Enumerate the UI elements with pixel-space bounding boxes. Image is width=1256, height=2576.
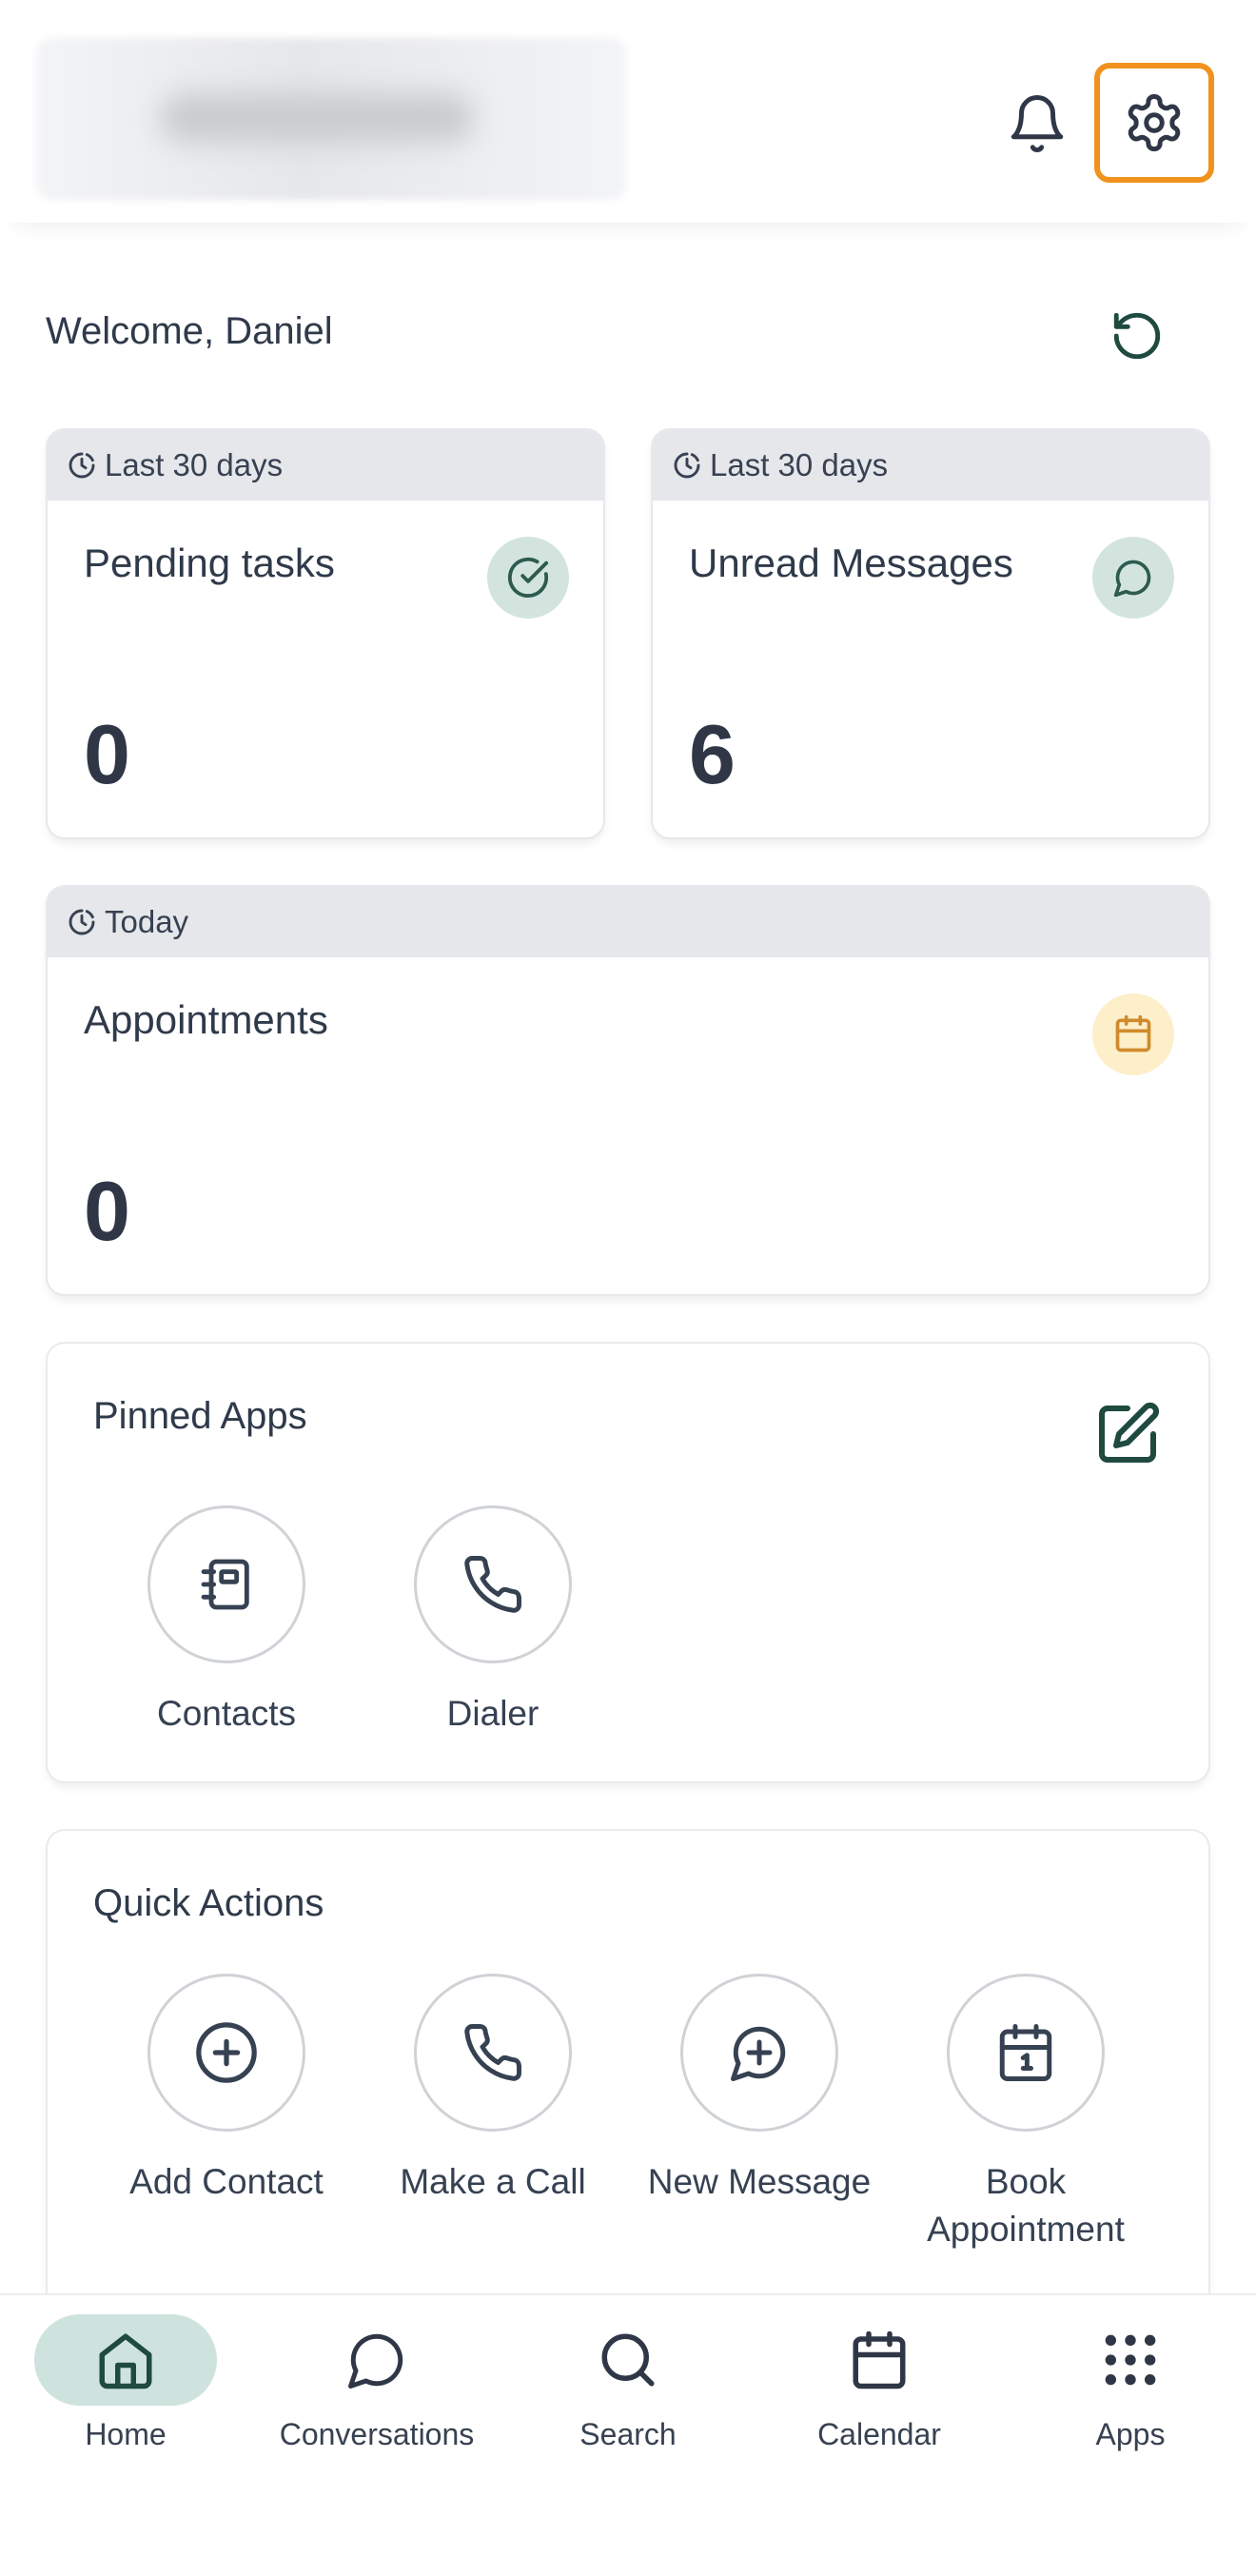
edit-icon (1093, 1400, 1162, 1468)
action-label-line: Book (985, 2162, 1067, 2201)
clock-icon (672, 450, 702, 481)
card-value: 6 (689, 707, 736, 801)
nav-label: Calendar (817, 2417, 941, 2451)
app-screen: Welcome, Daniel Last 30 days Pending tas… (0, 0, 1256, 2576)
card-title: Pending tasks (84, 541, 335, 585)
app-label: Dialer (446, 1694, 540, 1733)
quick-actions-section: Quick Actions Add Contact Make a Call Ne… (48, 1831, 1208, 2326)
quick-action-make-call[interactable]: Make a Call (360, 1974, 626, 2206)
calendar-icon (848, 2329, 911, 2391)
nav-apps[interactable]: Apps (1005, 2295, 1256, 2486)
home-icon (94, 2329, 157, 2391)
nav-icon-pill (788, 2314, 971, 2406)
pending-tasks-card[interactable]: Last 30 days Pending tasks 0 (48, 430, 603, 837)
action-label: New Message (647, 2162, 872, 2201)
card-period-bar: Today (48, 887, 1208, 957)
bottom-navigation: Home Conversations Search Calendar Apps (0, 2293, 1256, 2576)
settings-button[interactable] (1094, 63, 1214, 183)
welcome-text: Welcome, Daniel (46, 310, 333, 352)
nav-icon-pill (34, 2314, 217, 2406)
action-label-line: Appointment (927, 2210, 1125, 2249)
clock-icon (67, 907, 97, 937)
card-period-label: Last 30 days (710, 447, 889, 482)
contacts-book-icon (196, 1554, 257, 1615)
card-period-bar: Last 30 days (653, 430, 1208, 501)
message-plus-icon (728, 2021, 791, 2084)
bell-icon (1006, 90, 1069, 157)
nav-home[interactable]: Home (0, 2295, 251, 2486)
action-label: Add Contact (129, 2162, 324, 2201)
pinned-app-contacts[interactable]: Contacts (93, 1505, 360, 1738)
card-period-label: Last 30 days (105, 447, 284, 482)
chat-icon (345, 2329, 408, 2391)
app-icon-circle (414, 1505, 572, 1663)
pinned-apps-section: Pinned Apps Contacts Dialer (48, 1344, 1208, 1781)
action-label: Make a Call (400, 2162, 586, 2201)
nav-conversations[interactable]: Conversations (251, 2295, 502, 2486)
nav-label: Search (579, 2417, 677, 2451)
pinned-app-dialer[interactable]: Dialer (360, 1505, 626, 1738)
clock-icon (67, 450, 97, 481)
refresh-icon (1109, 308, 1165, 364)
nav-search[interactable]: Search (502, 2295, 754, 2486)
nav-label: Conversations (279, 2417, 475, 2451)
action-label: Book Appointment (927, 2158, 1125, 2253)
card-period-bar: Last 30 days (48, 430, 603, 501)
phone-icon (461, 1553, 524, 1616)
action-icon-circle (414, 1974, 572, 2132)
appointments-card[interactable]: Today Appointments 0 (48, 887, 1208, 1294)
app-label: Contacts (156, 1694, 296, 1733)
quick-action-new-message[interactable]: New Message (626, 1974, 893, 2206)
card-period-label: Today (105, 904, 189, 939)
top-header (0, 0, 1256, 223)
search-icon (597, 2329, 659, 2391)
quick-action-book-appointment[interactable]: Book Appointment (893, 1974, 1159, 2253)
unread-messages-card[interactable]: Last 30 days Unread Messages 6 (653, 430, 1208, 837)
edit-pinned-apps-button[interactable] (1085, 1391, 1170, 1477)
card-value: 0 (84, 707, 130, 801)
section-title: Quick Actions (93, 1882, 324, 1924)
gear-icon (1123, 91, 1186, 154)
nav-icon-pill (285, 2314, 468, 2406)
refresh-button[interactable] (1104, 303, 1170, 369)
nav-label: Home (85, 2417, 167, 2451)
card-title: Unread Messages (689, 541, 1013, 585)
quick-action-add-contact[interactable]: Add Contact (93, 1974, 360, 2206)
card-title: Appointments (84, 997, 328, 1042)
calendar-icon (1092, 993, 1174, 1075)
action-icon-circle (147, 1974, 305, 2132)
calendar-day-icon (994, 2021, 1057, 2084)
grid-dots-icon (1101, 2330, 1160, 2389)
action-icon-circle (947, 1974, 1105, 2132)
plus-circle-icon (193, 2019, 260, 2086)
action-icon-circle (680, 1974, 838, 2132)
nav-icon-pill (537, 2314, 719, 2406)
message-circle-icon (1092, 537, 1174, 619)
app-icon-circle (147, 1505, 305, 1663)
card-value: 0 (84, 1164, 130, 1258)
nav-calendar[interactable]: Calendar (754, 2295, 1005, 2486)
nav-label: Apps (1095, 2417, 1166, 2451)
notifications-button[interactable] (999, 86, 1075, 162)
check-circle-icon (487, 537, 569, 619)
nav-icon-pill (1039, 2314, 1222, 2406)
section-title: Pinned Apps (93, 1395, 307, 1437)
phone-icon (461, 2021, 524, 2084)
blurred-logo (36, 38, 626, 200)
